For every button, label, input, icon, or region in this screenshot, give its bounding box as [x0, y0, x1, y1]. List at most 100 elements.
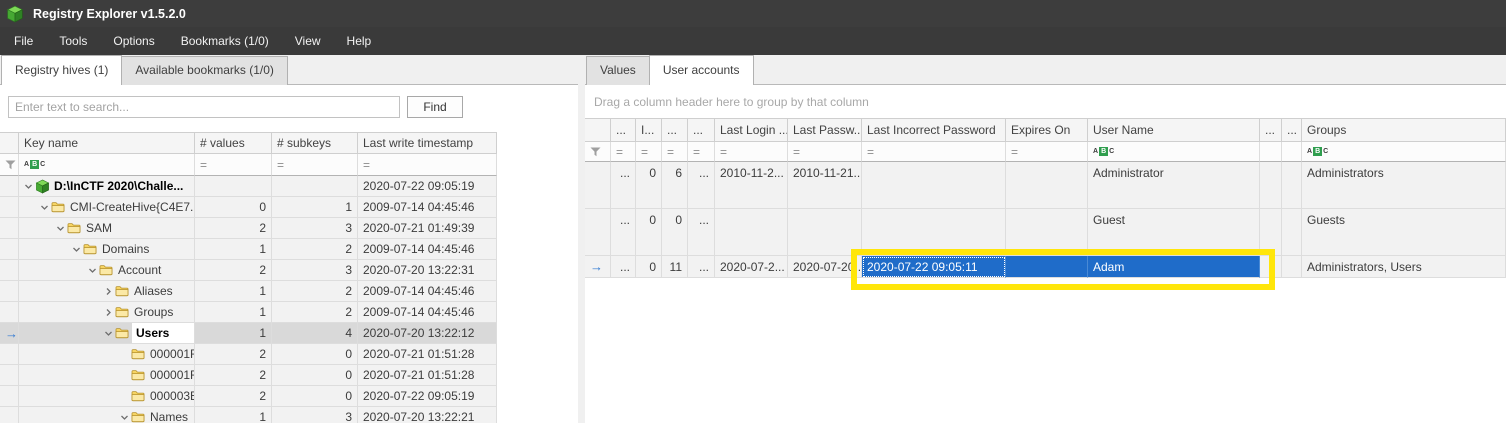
tab-registry-hives-1[interactable]: Registry hives (1)	[1, 55, 122, 85]
tree-row[interactable]: Aliases122009-07-14 04:45:46	[0, 281, 497, 302]
account-cell[interactable]: 0	[636, 256, 662, 278]
filter-cell[interactable]: ABC	[1302, 142, 1506, 162]
column-header-last-incorrect-password[interactable]: Last Incorrect Password	[862, 118, 1006, 142]
account-cell[interactable]: Administrators	[1302, 162, 1506, 209]
account-cell[interactable]	[1282, 256, 1302, 278]
key-name-cell[interactable]: Names	[19, 407, 195, 423]
account-cell[interactable]	[1006, 256, 1088, 278]
menu-file[interactable]: File	[1, 28, 46, 54]
account-cell[interactable]: 2020-07-20...	[788, 256, 862, 278]
key-name-cell[interactable]: CMI-CreateHive{C4E7...	[19, 197, 195, 218]
column-header-key-name[interactable]: Key name	[19, 132, 195, 154]
account-cell[interactable]: ...	[611, 209, 636, 256]
tree-row[interactable]: Groups122009-07-14 04:45:46	[0, 302, 497, 323]
filter-cell[interactable]: =	[862, 142, 1006, 162]
account-cell[interactable]: 2020-07-2...	[715, 256, 788, 278]
key-name-cell[interactable]: SAM	[19, 218, 195, 239]
account-cell[interactable]: ...	[688, 256, 715, 278]
key-name-cell[interactable]: Users	[19, 323, 195, 344]
menu-help[interactable]: Help	[334, 28, 385, 54]
filter-cell[interactable]: =	[195, 154, 272, 176]
column-header-i[interactable]: I...	[636, 118, 662, 142]
column-header-ellipsis[interactable]: ...	[688, 118, 715, 142]
tree-row[interactable]: 000001F5202020-07-21 01:51:28	[0, 365, 497, 386]
menu-options[interactable]: Options	[100, 28, 167, 54]
expander-expand-icon[interactable]	[102, 308, 115, 317]
column-header-ellipsis[interactable]: ...	[1282, 118, 1302, 142]
account-cell[interactable]: 11	[662, 256, 688, 278]
column-header-user-name[interactable]: User Name	[1088, 118, 1260, 142]
column-header-groups[interactable]: Groups	[1302, 118, 1506, 142]
group-by-bar[interactable]: Drag a column header here to group by th…	[585, 85, 1506, 118]
key-name-cell[interactable]: 000003E8	[19, 386, 195, 407]
tree-row[interactable]: Account232020-07-20 13:22:31	[0, 260, 497, 281]
tree-row[interactable]: SAM232020-07-21 01:49:39	[0, 218, 497, 239]
account-row[interactable]: ...00...GuestGuests	[585, 209, 1506, 256]
account-cell[interactable]: ...	[611, 256, 636, 278]
account-cell[interactable]: Administrators, Users	[1302, 256, 1506, 278]
account-cell[interactable]: Adam	[1088, 256, 1260, 278]
account-cell[interactable]	[1006, 162, 1088, 209]
tree-row[interactable]: D:\InCTF 2020\Challe...2020-07-22 09:05:…	[0, 176, 497, 197]
expander-collapse-icon[interactable]	[38, 203, 51, 212]
column-header-values[interactable]: # values	[195, 132, 272, 154]
account-cell[interactable]: ...	[688, 209, 715, 256]
tree-row[interactable]: Names132020-07-20 13:22:21	[0, 407, 497, 423]
filter-cell[interactable]: =	[636, 142, 662, 162]
expander-collapse-icon[interactable]	[118, 413, 131, 422]
filter-cell[interactable]: =	[715, 142, 788, 162]
filter-cell[interactable]: =	[358, 154, 497, 176]
expander-collapse-icon[interactable]	[70, 245, 83, 254]
account-cell[interactable]	[715, 209, 788, 256]
expander-collapse-icon[interactable]	[22, 182, 35, 191]
account-cell[interactable]	[1282, 209, 1302, 256]
account-cell[interactable]: 0	[662, 209, 688, 256]
menu-bookmarks-1-0[interactable]: Bookmarks (1/0)	[168, 28, 282, 54]
account-cell[interactable]: 2010-11-21...	[788, 162, 862, 209]
key-name-cell[interactable]: Domains	[19, 239, 195, 260]
expander-collapse-icon[interactable]	[102, 329, 115, 338]
filter-cell[interactable]: =	[788, 142, 862, 162]
account-cell[interactable]: ...	[611, 162, 636, 209]
account-cell[interactable]	[1282, 162, 1302, 209]
key-name-cell[interactable]: Aliases	[19, 281, 195, 302]
tree-row[interactable]: Domains122009-07-14 04:45:46	[0, 239, 497, 260]
filter-cell[interactable]: ABC	[1088, 142, 1260, 162]
tree-row[interactable]: CMI-CreateHive{C4E7...012009-07-14 04:45…	[0, 197, 497, 218]
search-input[interactable]	[8, 96, 400, 118]
account-cell[interactable]: Guests	[1302, 209, 1506, 256]
expander-collapse-icon[interactable]	[86, 266, 99, 275]
tab-user-accounts[interactable]: User accounts	[649, 55, 754, 85]
expander-expand-icon[interactable]	[102, 287, 115, 296]
filter-cell[interactable]: =	[272, 154, 358, 176]
expander-collapse-icon[interactable]	[54, 224, 67, 233]
tree-row[interactable]: 000003E8202020-07-22 09:05:19	[0, 386, 497, 407]
column-header-last-write-timestamp[interactable]: Last write timestamp	[358, 132, 497, 154]
key-name-cell[interactable]: 000001F4	[19, 344, 195, 365]
key-name-cell[interactable]: Account	[19, 260, 195, 281]
account-cell[interactable]: 2010-11-2...	[715, 162, 788, 209]
filter-cell[interactable]: =	[1006, 142, 1088, 162]
filter-cell[interactable]: ABC	[19, 154, 195, 176]
column-header-last-passw[interactable]: Last Passw...	[788, 118, 862, 142]
find-button[interactable]: Find	[407, 96, 463, 118]
account-cell[interactable]	[788, 209, 862, 256]
key-name-cell[interactable]: Groups	[19, 302, 195, 323]
column-header-ellipsis[interactable]: ...	[1260, 118, 1282, 142]
key-name-cell[interactable]: 000001F5	[19, 365, 195, 386]
key-name-cell[interactable]: D:\InCTF 2020\Challe...	[19, 176, 195, 197]
account-cell[interactable]	[862, 162, 1006, 209]
column-header-subkeys[interactable]: # subkeys	[272, 132, 358, 154]
column-header-ellipsis[interactable]: ...	[611, 118, 636, 142]
menu-view[interactable]: View	[282, 28, 334, 54]
account-cell[interactable]	[1260, 256, 1282, 278]
account-cell[interactable]: 0	[636, 209, 662, 256]
tab-values[interactable]: Values	[586, 56, 650, 85]
filter-cell[interactable]: =	[611, 142, 636, 162]
account-cell[interactable]: Administrator	[1088, 162, 1260, 209]
account-cell[interactable]: 0	[636, 162, 662, 209]
tree-row[interactable]: 000001F4202020-07-21 01:51:28	[0, 344, 497, 365]
account-cell[interactable]	[1006, 209, 1088, 256]
account-cell[interactable]	[862, 209, 1006, 256]
column-header-last-login[interactable]: Last Login ...	[715, 118, 788, 142]
